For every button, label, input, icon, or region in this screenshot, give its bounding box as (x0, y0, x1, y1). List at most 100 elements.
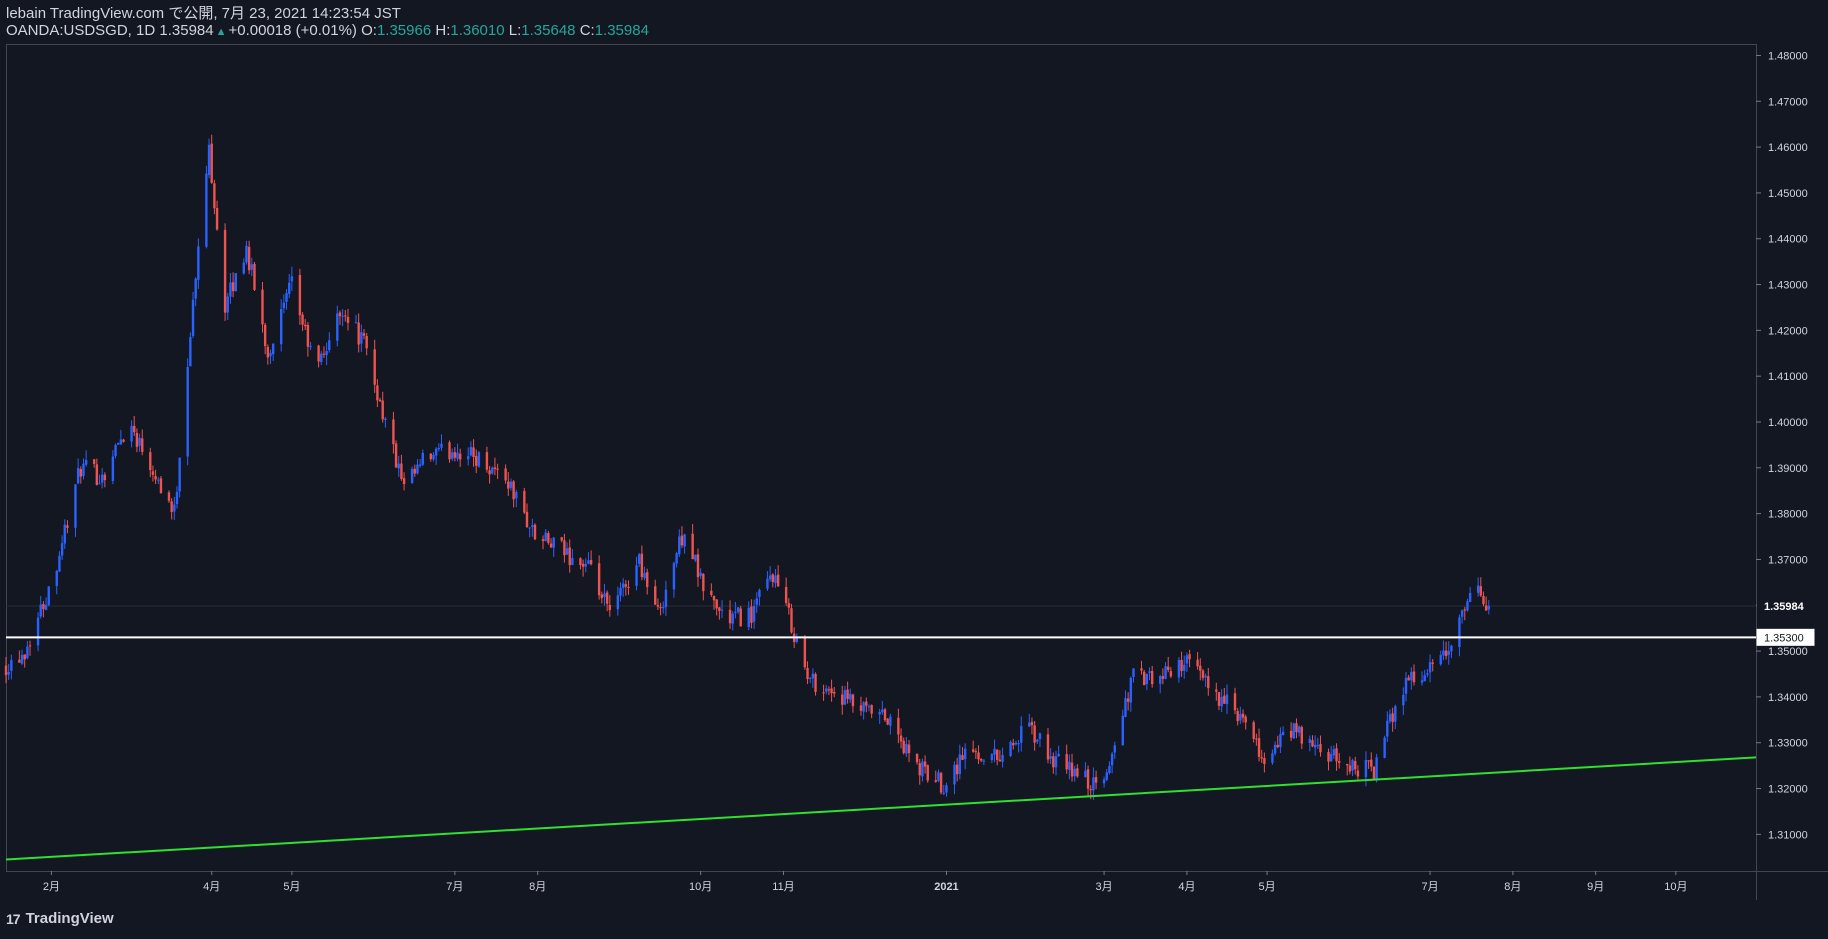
candle-body (1201, 670, 1205, 678)
candle-body (1046, 734, 1050, 760)
candle-body (234, 273, 237, 292)
support-trendline[interactable] (5, 756, 1757, 861)
candle-body (1145, 673, 1149, 685)
candle-body (1276, 744, 1279, 748)
candle-body (1150, 670, 1154, 685)
candle-body (587, 560, 590, 564)
candle-body (119, 439, 123, 445)
candle-body (20, 654, 24, 664)
time-tick-label: 4月 (203, 881, 220, 893)
candle-body (1428, 662, 1432, 673)
candle-body (902, 740, 905, 753)
chart-pane-border (6, 44, 1757, 872)
price-chart[interactable]: 1.31000 1.32000 1.33000 1.34000 1.35000 1.360… (0, 0, 1828, 939)
candle-body (1412, 671, 1416, 683)
candle-body (1466, 601, 1469, 611)
candle-body (1252, 722, 1255, 739)
candle-body (175, 491, 179, 505)
candle-body (493, 467, 497, 470)
candle-body (1215, 689, 1218, 692)
price-tick-label: 1.46000 (1768, 142, 1808, 154)
candle-body (98, 483, 101, 485)
candle-body (1169, 671, 1173, 677)
candle-body (1084, 770, 1087, 778)
candle-body (434, 448, 438, 456)
candle-body (541, 539, 545, 542)
candle-body (79, 468, 83, 477)
candle-body (1364, 759, 1368, 778)
candle-body (811, 673, 815, 679)
candle-body (1132, 668, 1135, 678)
candle-body (271, 343, 275, 355)
candle-body (867, 706, 871, 708)
open-value: 1.35966 (376, 22, 432, 39)
candle-body (525, 511, 529, 528)
candle-body (1164, 666, 1167, 679)
candle-body (194, 278, 197, 299)
candle-body (662, 607, 665, 609)
tradingview-brand-text: TradingView (25, 910, 114, 927)
candle-body (771, 574, 774, 583)
candle-body (290, 276, 294, 282)
time-axis[interactable]: 2月 4月 5月 7月 8月 10月 11月 2021 3月 4月 5月 7月 8月 9月 10月 (43, 871, 1688, 893)
candle-body (1356, 770, 1360, 777)
candle-body (36, 617, 40, 646)
candle-body (977, 752, 980, 760)
candle-body (360, 332, 363, 344)
candle-body (993, 748, 996, 755)
candle-body (1431, 662, 1434, 664)
candle-body (266, 346, 270, 358)
candle-body (589, 559, 593, 565)
candle-body (712, 596, 716, 601)
candle-body (1102, 779, 1106, 784)
candle-body (905, 744, 908, 754)
candle-body (1332, 749, 1336, 756)
candle-body (42, 604, 45, 610)
candle-body (603, 593, 606, 598)
candle-body (26, 646, 29, 659)
candle-body (1404, 677, 1408, 694)
candle-body (1049, 756, 1052, 759)
candle-body (549, 543, 553, 548)
candle-body (1033, 725, 1036, 743)
candle-body (1311, 740, 1314, 747)
candle-body (103, 474, 107, 481)
candle-body (597, 563, 601, 596)
candle-body (197, 246, 200, 280)
candle-body (394, 443, 398, 468)
candle-body (157, 479, 160, 481)
candle-body (937, 772, 940, 781)
candle-body (167, 492, 171, 501)
candle-body (306, 324, 310, 347)
candle-body (533, 524, 537, 540)
time-tick-label: 9月 (1587, 881, 1604, 893)
price-axis[interactable]: 1.310001.320001.330001.340001.350001.360… (1756, 50, 1808, 841)
candle-body (1383, 737, 1386, 758)
candle-body (739, 608, 742, 627)
candle-body (400, 463, 403, 480)
price-tick-label: 1.44000 (1768, 234, 1808, 246)
candle-body (889, 716, 892, 726)
candle-body (1052, 756, 1055, 768)
candle-body (365, 336, 368, 349)
candle-body (346, 316, 350, 323)
candle-body (1036, 739, 1039, 742)
level-price-label: 1.35300 (1764, 632, 1804, 644)
symbol-label[interactable]: OANDA:USDSGD, 1D (6, 22, 155, 39)
candle-body (846, 689, 849, 699)
time-tick-label: 8月 (1504, 881, 1521, 893)
candle-body (664, 589, 668, 607)
candle-body (1295, 723, 1298, 733)
tradingview-logo[interactable]: 17 TradingView (6, 910, 114, 927)
candle-body (467, 456, 470, 460)
candle-body (23, 654, 26, 660)
candle-body (453, 452, 457, 458)
candle-body (870, 705, 873, 714)
candle-body (878, 711, 881, 715)
candle-body (149, 452, 152, 471)
candle-body (1423, 675, 1426, 682)
candle-body (638, 554, 641, 564)
candle-body (1121, 715, 1124, 746)
candle-body (974, 751, 978, 753)
candle-body (39, 604, 42, 617)
